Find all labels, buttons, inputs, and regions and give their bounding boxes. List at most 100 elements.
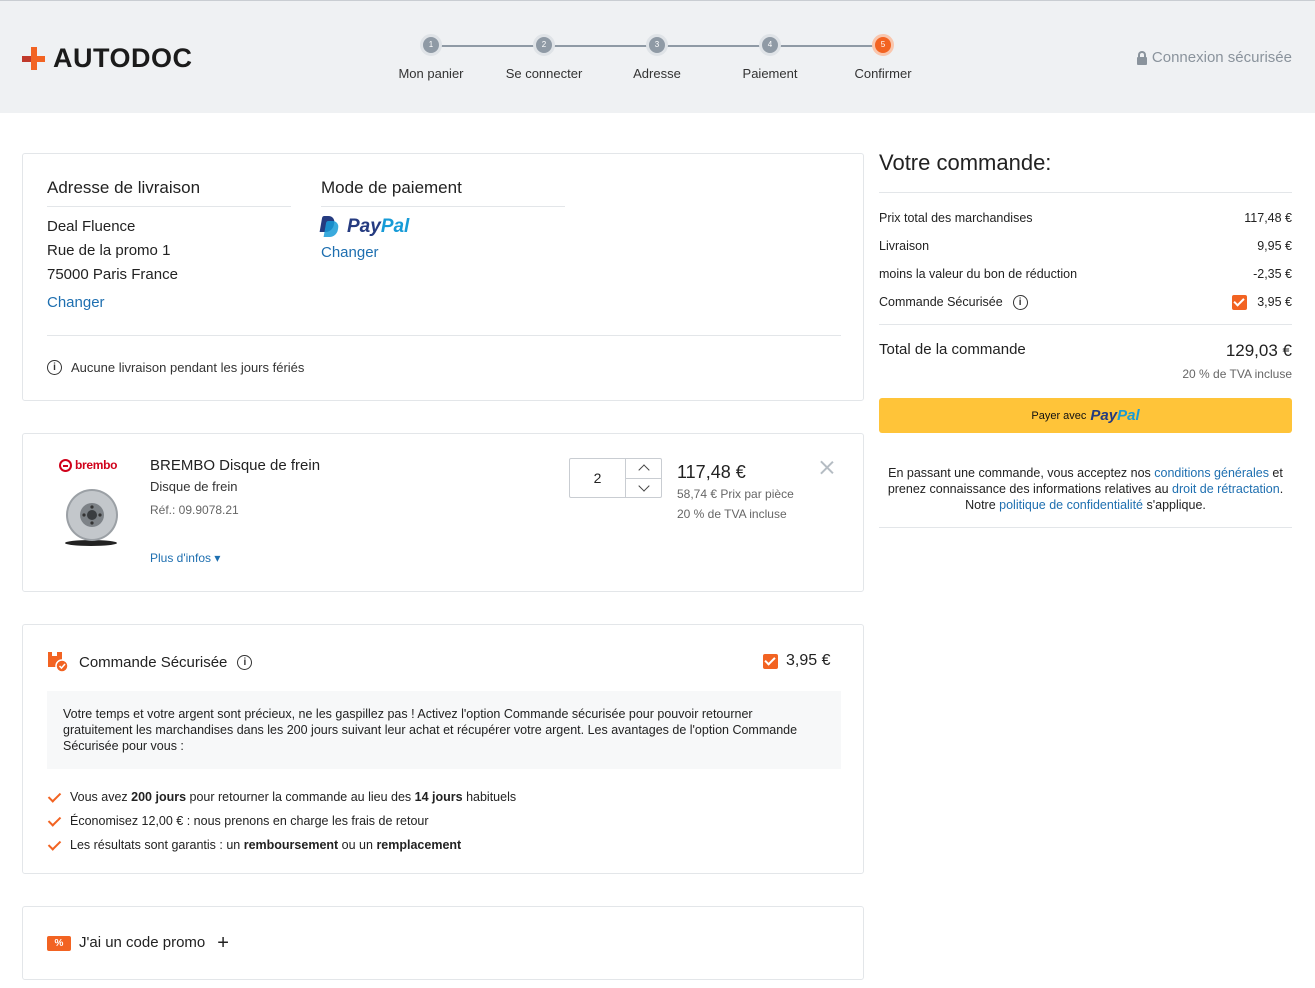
paypal-pal-text: Pal [380, 216, 410, 237]
order-summary: Votre commande: Prix total des marchandi… [879, 150, 1292, 528]
secure-order-description: Votre temps et votre argent sont précieu… [47, 691, 841, 769]
step-se-connecter[interactable]: 2 Se connecter [484, 34, 604, 81]
secure-order-title: Commande Sécurisée [79, 654, 228, 671]
list-item: Les résultats sont garantis : un rembour… [47, 833, 516, 857]
change-payment-link[interactable]: Changer [321, 244, 379, 261]
step-dot: 2 [533, 34, 555, 56]
promo-label: J'ai un code promo [79, 934, 206, 951]
payment-title: Mode de paiement [321, 178, 462, 197]
secure-connection-label: Connexion sécurisée [1151, 49, 1292, 66]
step-adresse[interactable]: 3 Adresse [597, 34, 717, 81]
total-label: Total de la commande [879, 341, 1026, 358]
summary-row: Prix total des marchandises 117,48 € [879, 211, 1292, 225]
checkmark-icon [47, 839, 62, 851]
step-dot: 1 [420, 34, 442, 56]
brembo-brand-logo: brembo [59, 458, 118, 472]
autodoc-logo[interactable]: AUTODOC [22, 43, 193, 74]
quantity-stepper: 2 [569, 458, 662, 498]
step-label: Paiement [742, 66, 798, 81]
remove-item-close-icon[interactable] [818, 459, 835, 476]
delivery-city: 75000 Paris France [47, 266, 178, 283]
delivery-name: Deal Fluence [47, 218, 136, 235]
terms-conditions-link[interactable]: conditions générales [1154, 466, 1269, 480]
info-icon[interactable]: i [237, 655, 253, 670]
product-ref: Réf.: 09.9078.21 [150, 503, 239, 517]
withdrawal-right-link[interactable]: droit de rétractation [1172, 482, 1280, 496]
total-value: 129,03 € [1225, 341, 1292, 360]
info-icon[interactable]: i [1012, 294, 1028, 310]
more-info-link[interactable]: Plus d'infos ▾ [150, 551, 220, 565]
summary-row: moins la valeur du bon de réduction -2,3… [879, 267, 1292, 281]
promo-toggle[interactable]: J'ai un code promo + [79, 931, 229, 954]
pay-button-prefix: Payer avec [1031, 409, 1087, 422]
brake-disc-image [65, 489, 118, 546]
step-label: Adresse [633, 66, 681, 81]
step-dot: 5 [872, 34, 894, 56]
product-tva: 20 % de TVA incluse [677, 507, 787, 521]
paypal-button-logo: PayPal [1090, 407, 1140, 424]
pay-with-paypal-button[interactable]: Payer avec PayPal [879, 398, 1292, 433]
checkout-header: AUTODOC 1 Mon panier 2 Se connecter 3 Ad… [0, 0, 1315, 113]
checkmark-icon [47, 815, 62, 827]
secure-order-box-icon [48, 652, 69, 673]
paypal-logo: Pay Pal [319, 216, 410, 238]
secure-connection: Connexion sécurisée [1136, 49, 1292, 66]
info-icon: i [47, 360, 62, 375]
summary-row-secure-order: Commande Sécurisée i 3,95 € [879, 294, 1292, 310]
secure-order-card: Commande Sécurisée i 3,95 € Votre temps … [22, 624, 864, 874]
product-unit-price: 58,74 € Prix par pièce [677, 487, 794, 501]
checkout-steps: 1 Mon panier 2 Se connecter 3 Adresse 4 … [380, 34, 940, 94]
step-dot: 3 [646, 34, 668, 56]
order-total: Total de la commande 129,03 € [879, 341, 1292, 361]
change-address-link[interactable]: Changer [47, 294, 105, 311]
list-item: Vous avez 200 jours pour retourner la co… [47, 785, 516, 809]
plus-icon: + [217, 931, 229, 954]
address-payment-card: Adresse de livraison Deal Fluence Rue de… [22, 153, 864, 401]
benefits-list: Vous avez 200 jours pour retourner la co… [47, 785, 516, 857]
step-dot: 4 [759, 34, 781, 56]
secure-order-price-wrap: 3,95 € [763, 652, 830, 670]
secure-order-checkbox[interactable] [763, 653, 778, 669]
chevron-down-icon [637, 480, 650, 492]
divider [47, 335, 841, 336]
chevron-up-icon [637, 464, 650, 476]
step-confirmer: 5 Confirmer [823, 34, 943, 81]
paypal-pay-text: Pay [347, 216, 381, 237]
percent-tag-icon: % [47, 936, 71, 951]
lock-icon [1136, 50, 1147, 65]
step-paiement[interactable]: 4 Paiement [710, 34, 830, 81]
product-card: brembo BREMBO Disque de frein Disque de … [22, 433, 864, 592]
total-tva: 20 % de TVA incluse [1182, 367, 1292, 381]
summary-secure-order-checkbox[interactable] [1232, 294, 1248, 310]
secure-order-price: 3,95 € [786, 652, 831, 669]
step-mon-panier[interactable]: 1 Mon panier [371, 34, 491, 81]
holiday-text: Aucune livraison pendant les jours férié… [71, 360, 305, 375]
delivery-title: Adresse de livraison [47, 178, 201, 197]
quantity-decrease-button[interactable] [626, 479, 661, 498]
product-subtitle: Disque de frein [150, 479, 238, 494]
summary-title: Votre commande: [879, 150, 1292, 193]
checkmark-icon [47, 791, 62, 803]
delivery-street: Rue de la promo 1 [47, 242, 171, 259]
plus-logo-icon [22, 47, 45, 70]
terms-notice: En passant une commande, vous acceptez n… [879, 465, 1292, 528]
quantity-input[interactable]: 2 [570, 459, 626, 497]
quantity-increase-button[interactable] [626, 459, 661, 479]
product-title[interactable]: BREMBO Disque de frein [150, 457, 320, 474]
step-label: Se connecter [505, 66, 583, 81]
secure-order-title-wrap: Commande Sécurisée i [79, 654, 253, 671]
paypal-icon [319, 216, 340, 238]
holiday-notice: i Aucune livraison pendant les jours fér… [47, 360, 304, 375]
privacy-policy-link[interactable]: politique de confidentialité [999, 498, 1143, 512]
logo-text: AUTODOC [53, 43, 193, 73]
step-label: Confirmer [854, 66, 912, 81]
divider [321, 206, 565, 207]
brembo-emblem-icon [59, 458, 72, 472]
step-label: Mon panier [398, 66, 464, 81]
promo-code-card[interactable]: % J'ai un code promo + [22, 906, 864, 980]
brand-name: brembo [75, 458, 118, 472]
divider [47, 206, 291, 207]
summary-row: Livraison 9,95 € [879, 239, 1292, 253]
product-price: 117,48 € [677, 462, 746, 482]
list-item: Économisez 12,00 € : nous prenons en cha… [47, 809, 516, 833]
